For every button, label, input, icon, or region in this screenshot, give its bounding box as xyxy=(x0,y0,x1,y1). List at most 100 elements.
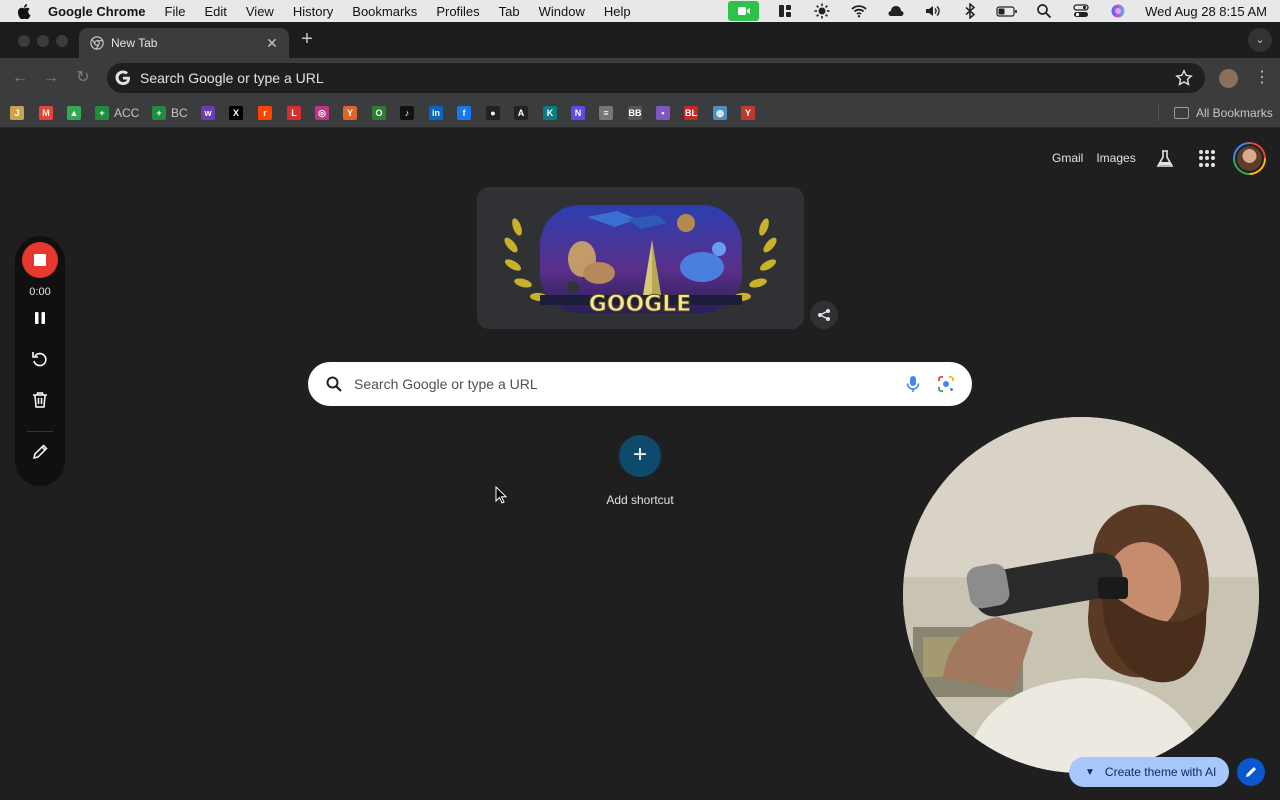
bookmark-item[interactable]: r xyxy=(258,105,272,121)
search-icon xyxy=(326,376,342,392)
wifi-icon[interactable] xyxy=(848,3,870,19)
bookmark-label: ACC xyxy=(114,106,140,120)
tab-title: New Tab xyxy=(111,36,158,50)
battery-icon[interactable] xyxy=(996,3,1018,19)
cloud-app-icon[interactable] xyxy=(885,3,907,19)
google-lens-icon[interactable] xyxy=(937,375,955,393)
reload-icon[interactable]: ↻ xyxy=(74,69,92,87)
menu-edit[interactable]: Edit xyxy=(204,4,226,19)
bookmark-favicon-icon: A xyxy=(514,106,528,120)
window-close-button[interactable] xyxy=(18,35,30,47)
google-apps-icon[interactable] xyxy=(1199,150,1216,167)
bookmark-item[interactable]: L xyxy=(287,105,301,121)
bookmark-item[interactable]: ♪ xyxy=(400,105,414,121)
gmail-link[interactable]: Gmail xyxy=(1052,151,1083,165)
search-labs-icon[interactable] xyxy=(1155,149,1175,169)
bookmark-item[interactable]: + BC xyxy=(152,105,188,121)
bookmark-favicon-icon: r xyxy=(258,106,272,120)
bookmark-item[interactable]: X xyxy=(229,105,243,121)
menu-history[interactable]: History xyxy=(293,4,333,19)
tab-strip: New Tab ✕ + ⌄ xyxy=(0,22,1280,58)
stop-recording-button[interactable] xyxy=(22,242,58,278)
bookmark-item[interactable]: A xyxy=(514,105,528,121)
profile-avatar-small[interactable] xyxy=(1219,69,1238,88)
bluetooth-icon[interactable] xyxy=(959,3,981,19)
voice-search-icon[interactable] xyxy=(904,375,922,393)
forward-arrow-icon[interactable]: → xyxy=(42,69,60,87)
bookmark-item[interactable]: ◎ xyxy=(315,105,329,121)
bookmark-item[interactable]: N xyxy=(571,105,585,121)
menu-window[interactable]: Window xyxy=(539,4,585,19)
delete-recording-button[interactable] xyxy=(30,390,50,410)
bookmark-item[interactable]: O xyxy=(372,105,386,121)
menubar-clock[interactable]: Wed Aug 28 8:15 AM xyxy=(1145,4,1267,19)
google-account-avatar[interactable] xyxy=(1233,142,1266,175)
add-shortcut-button[interactable]: + xyxy=(619,435,661,477)
ntp-search-box[interactable] xyxy=(308,362,972,406)
pause-recording-button[interactable] xyxy=(30,308,50,328)
bookmark-item[interactable]: Y xyxy=(741,105,755,121)
menu-bookmarks[interactable]: Bookmarks xyxy=(352,4,417,19)
brightness-icon[interactable] xyxy=(811,3,833,19)
bookmark-favicon-icon: BB xyxy=(628,106,642,120)
window-minimize-button[interactable] xyxy=(37,35,49,47)
siri-icon[interactable] xyxy=(1107,3,1129,19)
new-tab-button[interactable]: + xyxy=(298,29,316,49)
stage-manager-icon[interactable] xyxy=(774,3,796,19)
apple-menu-icon[interactable] xyxy=(17,3,31,19)
bookmark-item[interactable]: ▪ xyxy=(656,105,670,121)
webcam-bubble[interactable] xyxy=(903,417,1259,773)
bookmark-item[interactable]: K xyxy=(543,105,557,121)
tab-new-tab[interactable]: New Tab ✕ xyxy=(79,28,289,58)
draw-tool-button[interactable] xyxy=(30,442,50,462)
bookmark-favicon-icon: ▪ xyxy=(656,106,670,120)
facetime-icon[interactable] xyxy=(728,1,760,21)
bookmark-star-icon[interactable] xyxy=(1175,69,1193,87)
bookmark-favicon-icon: + xyxy=(95,106,109,120)
google-doodle[interactable]: GOOGLE xyxy=(477,187,804,329)
menu-view[interactable]: View xyxy=(246,4,274,19)
spotlight-icon[interactable] xyxy=(1033,3,1055,19)
tab-search-button[interactable]: ⌄ xyxy=(1248,28,1272,52)
create-theme-button[interactable]: ▼ Create theme with AI xyxy=(1069,757,1229,787)
bookmark-item[interactable]: Y xyxy=(343,105,357,121)
bookmark-favicon-icon: M xyxy=(39,106,53,120)
pause-icon xyxy=(35,312,45,324)
share-doodle-button[interactable] xyxy=(810,301,838,329)
bookmark-item[interactable]: BB xyxy=(628,105,642,121)
bookmark-favicon-icon: ≡ xyxy=(599,106,613,120)
bookmark-item[interactable]: f xyxy=(457,105,471,121)
address-bar-text: Search Google or type a URL xyxy=(140,70,324,86)
chrome-menu-icon[interactable]: ⋮ xyxy=(1254,68,1270,88)
back-arrow-icon[interactable]: ← xyxy=(11,69,29,87)
bookmark-item[interactable]: ▲ xyxy=(67,105,81,121)
control-center-icon[interactable] xyxy=(1070,3,1092,19)
window-zoom-button[interactable] xyxy=(56,35,68,47)
bookmark-item[interactable]: ≡ xyxy=(599,105,613,121)
menu-file[interactable]: File xyxy=(165,4,186,19)
address-bar[interactable]: Search Google or type a URL xyxy=(107,63,1205,93)
tab-close-icon[interactable]: ✕ xyxy=(264,35,280,51)
bookmark-item[interactable]: ◍ xyxy=(713,105,727,121)
bookmarks-bar: J M ▲ + ACC + BC w Xr L ◎ Y O ♪ in f ● A K N ≡ BB ▪ BL ◍ Y All Bo… xyxy=(0,98,1280,128)
volume-icon[interactable] xyxy=(922,3,944,19)
menu-help[interactable]: Help xyxy=(604,4,631,19)
menu-tab[interactable]: Tab xyxy=(499,4,520,19)
bookmark-favicon-icon: BL xyxy=(684,106,698,120)
customize-chrome-button[interactable] xyxy=(1237,758,1265,786)
restart-recording-button[interactable] xyxy=(30,349,50,369)
bookmark-item[interactable]: w xyxy=(201,105,215,121)
bookmark-item[interactable]: M xyxy=(39,105,53,121)
all-bookmarks-button[interactable]: All Bookmarks xyxy=(1174,104,1273,122)
images-link[interactable]: Images xyxy=(1096,151,1135,165)
menu-profiles[interactable]: Profiles xyxy=(436,4,479,19)
restart-icon xyxy=(32,352,47,367)
bookmark-item[interactable]: J xyxy=(10,105,24,121)
menu-app-name[interactable]: Google Chrome xyxy=(48,4,146,19)
ntp-search-input[interactable] xyxy=(354,376,874,392)
bookmark-item[interactable]: in xyxy=(429,105,443,121)
bookmark-item[interactable]: ● xyxy=(486,105,500,121)
bookmark-item[interactable]: + ACC xyxy=(95,105,139,121)
share-icon xyxy=(818,309,830,321)
bookmark-item[interactable]: BL xyxy=(684,105,698,121)
